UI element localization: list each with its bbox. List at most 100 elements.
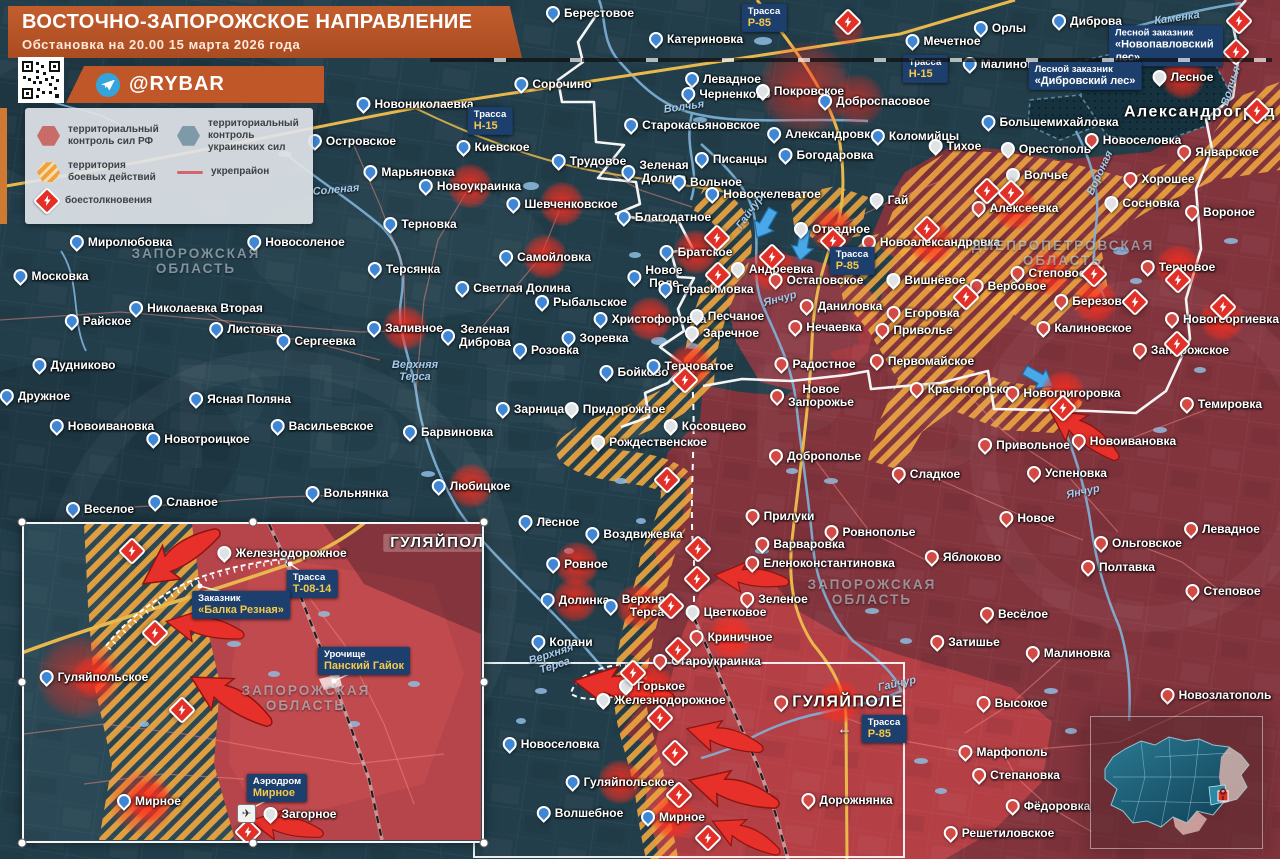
town-label: Барвиновка — [420, 424, 494, 439]
town: Решетиловское — [940, 823, 1054, 843]
town-pin — [561, 399, 582, 419]
town: ГУЛЯЙПОЛЕ — [771, 692, 904, 712]
combat-zone — [790, 186, 868, 243]
combat-glow — [832, 74, 884, 126]
town-label: Сорочино — [532, 76, 592, 91]
town-label: Новосоленое — [265, 234, 345, 249]
combat-glow — [540, 182, 584, 226]
town: Розовка — [510, 340, 579, 360]
town-label: Рождественское — [609, 434, 707, 449]
town-label: Старокасьяновское — [642, 117, 760, 132]
town-pin — [682, 602, 703, 622]
town-pin — [742, 553, 763, 573]
town-pin — [1024, 463, 1044, 483]
clash-icon — [818, 226, 848, 256]
town-label: Новоалександровка — [879, 234, 1001, 249]
town-label: Зеленая Долина — [639, 158, 689, 185]
town-label: Терсянка — [385, 261, 441, 276]
contact-line-dashed — [690, 379, 695, 618]
town: Лесное — [1149, 67, 1213, 87]
town-label: Братское — [677, 244, 733, 259]
combat-glow — [750, 247, 794, 291]
combat-glow — [759, 42, 851, 134]
town-pin — [883, 303, 904, 323]
town-label: Новоивановка — [1089, 433, 1177, 448]
frame-corner-dot — [17, 517, 27, 527]
town-pin — [872, 320, 893, 340]
town-pin — [537, 590, 558, 610]
town-label: Ольговское — [1112, 535, 1182, 550]
river-label: Волчья — [1219, 64, 1243, 108]
town-pin — [1007, 263, 1028, 283]
region-label: ЗАПОРОЖСКАЯ ОБЛАСТЬ — [807, 577, 937, 607]
town: Новозлатополь — [1157, 685, 1271, 705]
town-pin — [596, 362, 617, 382]
frame-corner-dot — [479, 517, 489, 527]
combat-glow — [553, 578, 597, 622]
combat-glow — [1156, 245, 1200, 289]
box-line1: Трасса — [835, 248, 869, 260]
town-label: Покровское — [773, 83, 845, 98]
clash-icon — [693, 823, 723, 853]
town: Воздвижевка — [582, 524, 683, 544]
town-pin — [1078, 557, 1098, 577]
town-pin — [771, 692, 792, 712]
clash-icon — [833, 7, 863, 37]
town-pin — [752, 81, 773, 101]
frame-corner-dot — [248, 838, 258, 848]
town-label: Васильевское — [288, 418, 374, 433]
town: Новотроицкое — [143, 429, 250, 449]
clash-icon — [660, 738, 690, 768]
town-label: Бойково — [617, 364, 669, 379]
town: Дорожнянка — [798, 790, 893, 810]
combat-glow — [674, 230, 718, 274]
town-label: Христофоровка — [611, 311, 707, 326]
town: Листовка — [206, 319, 283, 339]
town-label: Радостное — [792, 356, 856, 371]
town: Сладкое — [888, 464, 960, 484]
town: Новогеоргиевка — [1162, 309, 1279, 329]
town: Ясная Поляна — [186, 389, 291, 409]
town-pin — [267, 416, 288, 436]
town-label: Шевченковское — [524, 196, 618, 211]
town: Еленоконстантиновка — [742, 553, 895, 573]
box-line1: Лесной заказник — [1115, 27, 1194, 39]
river-label: Соленая — [312, 181, 360, 199]
telegram-badge[interactable]: @RYBAR — [66, 66, 324, 103]
town-label: Дружное — [17, 388, 71, 403]
legend-label: территория боевых действий — [68, 160, 156, 184]
town: Сосновка — [1101, 193, 1180, 213]
town: Новое Запорожье — [767, 383, 854, 409]
town-pin — [543, 3, 563, 23]
inset-viewport-rect — [473, 662, 905, 858]
combat-glow — [630, 664, 674, 708]
town: Мечетное — [902, 31, 980, 51]
town: Благодатное — [613, 207, 711, 227]
town-label: Горькое — [636, 678, 686, 693]
region-label: ЗАПОРОЖСКАЯ ОБЛАСТЬ — [131, 246, 261, 276]
combat-glow — [1026, 251, 1070, 295]
town-label: Вороное — [1203, 204, 1255, 219]
town: Островское — [305, 131, 396, 151]
town: Новогригоровка — [1002, 383, 1121, 403]
town: Волчье — [1003, 165, 1068, 185]
town: Ольговское — [1091, 533, 1182, 553]
town-pin — [867, 126, 888, 146]
forest-dibrovsky — [1027, 94, 1102, 141]
town-label: Андреевка — [748, 261, 814, 276]
river-label: Янчур — [1065, 482, 1101, 502]
clash-icon — [972, 176, 1002, 206]
town: Новоскелеватое — [702, 184, 821, 204]
town-pin — [767, 386, 787, 406]
town-pin — [29, 355, 50, 375]
town-pin — [1049, 11, 1069, 31]
town: Цветковое — [682, 602, 766, 622]
town-label: Волшебное — [554, 805, 624, 820]
town: Косовцево — [660, 416, 746, 436]
town: Берестовое — [543, 3, 634, 23]
town-label: Новоскелеватое — [723, 186, 821, 201]
town: Трудовое — [548, 151, 626, 171]
town-label: Фёдоровка — [1023, 798, 1091, 813]
town-label: Большемихайловка — [999, 114, 1119, 129]
airfield-icon: ✈ — [237, 804, 256, 823]
